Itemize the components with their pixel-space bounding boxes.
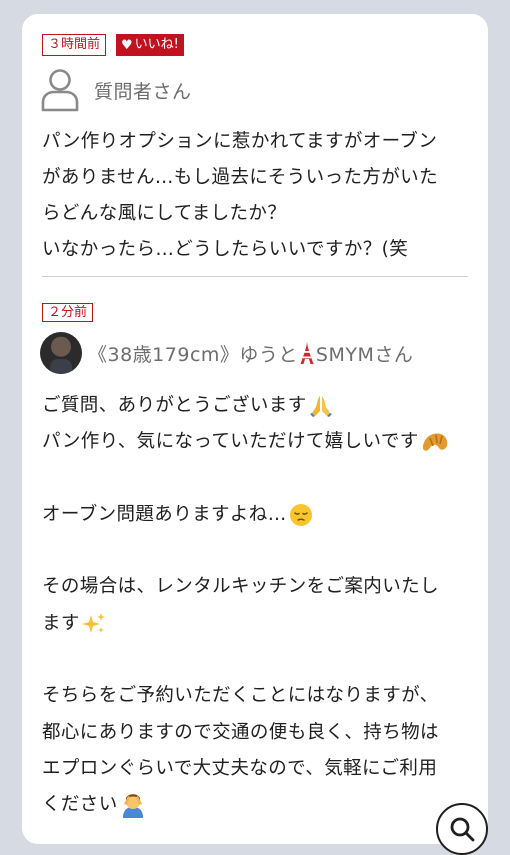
answer-user[interactable]: 《38歳179cm》ゆうと SMYMさん <box>40 332 413 374</box>
answer-line <box>42 533 472 569</box>
question-time-badge: ３時間前 <box>42 34 107 56</box>
answer-text: ご質問、ありがとうございます パン作り、気になっていただけて嬉しいです オーブン… <box>42 388 472 824</box>
folded-hands-emoji <box>309 396 332 417</box>
divider <box>42 276 468 277</box>
answer-line: オーブン問題ありますよね… <box>42 497 472 533</box>
question-text: パン作りオプションに惹かれてますがオーブン がありません…もし過去にそういった方… <box>42 131 438 260</box>
pensive-face-emoji <box>289 503 312 526</box>
answer-line <box>42 642 472 678</box>
avatar[interactable] <box>40 332 82 374</box>
answer-line: そちらをご予約いただくことにはなりますが、 <box>42 685 439 707</box>
answer-line: ください <box>42 787 472 823</box>
croissant-emoji <box>422 433 447 451</box>
answer-line: ご質問、ありがとうございます <box>42 388 472 424</box>
answer-meta: ２分前 <box>42 301 94 322</box>
question-meta: ３時間前 ♥ いいね! <box>42 34 184 56</box>
answer-line: エプロンぐらいで大丈夫なので、気軽にご利用 <box>42 757 438 779</box>
answer-line: その場合は、レンタルキッチンをご案内いたし <box>42 576 439 598</box>
like-badge[interactable]: ♥ いいね! <box>116 34 184 56</box>
answer-username-prefix: 《38歳179cm》ゆうと <box>88 343 298 366</box>
search-button[interactable] <box>436 803 488 855</box>
answer-time-badge: ２分前 <box>42 303 94 322</box>
answer-line <box>42 461 472 497</box>
answer-username[interactable]: 《38歳179cm》ゆうと SMYMさん <box>88 340 413 367</box>
person-bowing-emoji <box>122 794 143 819</box>
answer-line: パン作り、気になっていただけて嬉しいです <box>42 424 472 460</box>
heart-icon: ♥ <box>121 37 133 53</box>
qa-card: ３時間前 ♥ いいね! 質問者さん パン作りオプションに惹かれてますがオーブン … <box>22 14 488 844</box>
search-icon <box>450 817 475 842</box>
tokyo-tower-icon <box>300 341 314 364</box>
answer-username-suffix: SMYMさん <box>315 343 414 366</box>
person-outline-icon <box>41 69 79 112</box>
sparkles-emoji <box>81 612 105 633</box>
answer-line: ます <box>42 606 472 642</box>
question-username: 質問者さん <box>94 80 192 103</box>
question-user: 質問者さん <box>40 68 192 112</box>
answer-line: 都心にありますので交通の便も良く、持ち物は <box>42 721 439 743</box>
like-badge-label: いいね! <box>134 37 179 52</box>
